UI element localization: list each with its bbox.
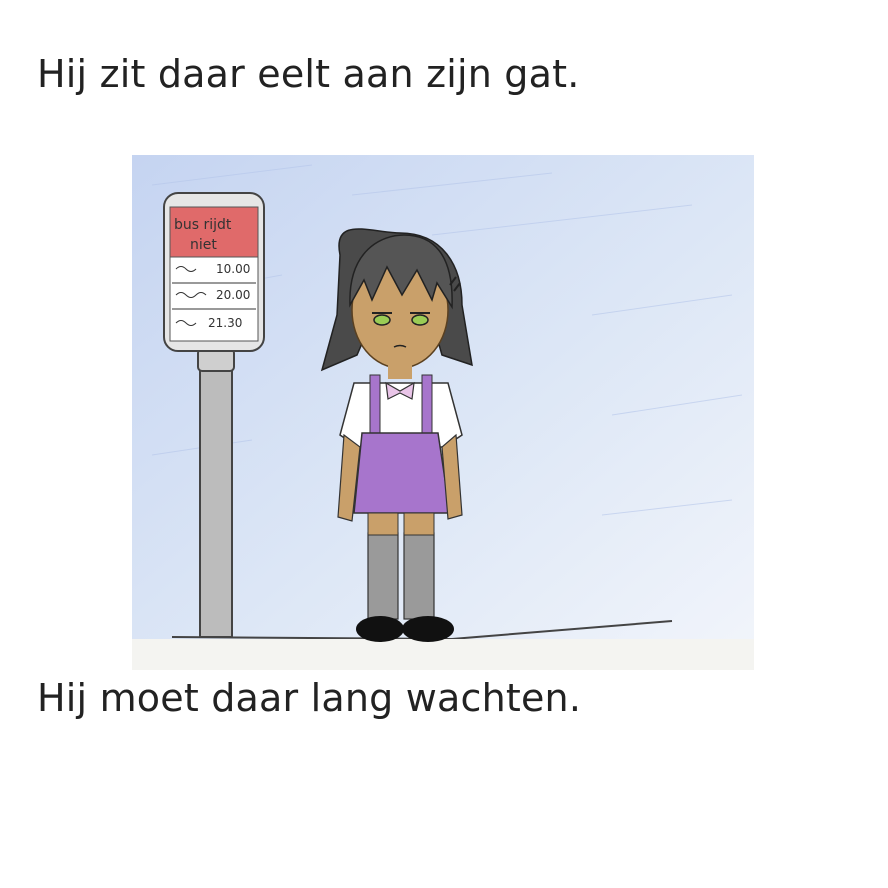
bus-stop-illustration: bus rijdt niet 10.00 20.00 21.30: [132, 155, 754, 670]
bus-stop-sign: bus rijdt niet 10.00 20.00 21.30: [163, 192, 265, 352]
purple-skirt: [353, 432, 451, 514]
sign-time-3: 21.30: [208, 316, 242, 330]
bus-stop-pole: [199, 366, 233, 638]
right-eye: [411, 314, 429, 326]
ground: [132, 639, 754, 670]
right-sock: [403, 532, 435, 620]
sign-header-line-2: niet: [190, 237, 217, 253]
left-sock: [367, 532, 399, 620]
left-shoe: [356, 616, 404, 642]
left-eye: [373, 314, 391, 326]
story-text-line-1: Hij zit daar eelt aan zijn gat.: [37, 52, 580, 96]
right-shoe: [402, 616, 454, 642]
sign-header-line-1: bus rijdt: [174, 217, 232, 233]
story-text-line-2: Hij moet daar lang wachten.: [37, 676, 582, 720]
sign-time-1: 10.00: [216, 262, 250, 276]
sign-time-2: 20.00: [216, 288, 250, 302]
pole-collar: [197, 348, 235, 372]
